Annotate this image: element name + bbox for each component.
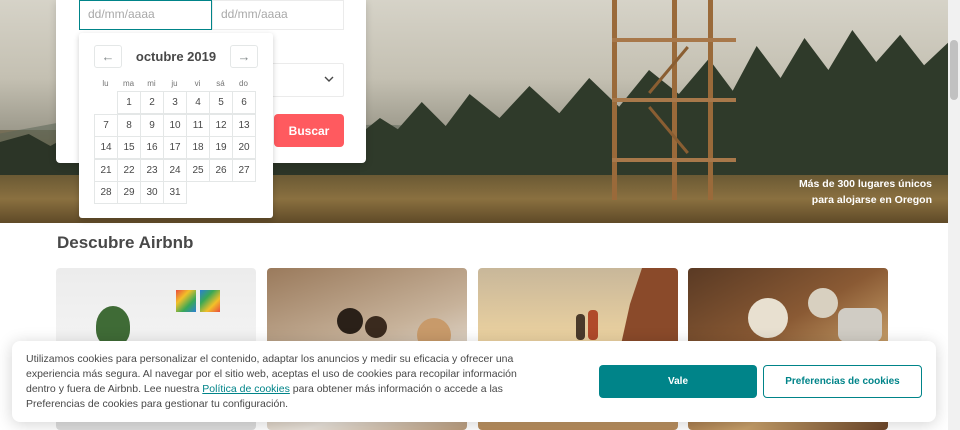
- calendar-day[interactable]: 16: [140, 136, 164, 159]
- discover-title: Descubre Airbnb: [57, 233, 194, 252]
- hero-caption: Más de 300 lugares únicos para alojarse …: [752, 176, 932, 208]
- calendar-day[interactable]: 15: [117, 136, 141, 159]
- calendar-day[interactable]: 8: [117, 113, 141, 137]
- person: [337, 308, 363, 334]
- calendar-day[interactable]: 28: [94, 181, 118, 204]
- cookie-banner-text: Utilizamos cookies para personalizar el …: [26, 352, 546, 412]
- calendar-day[interactable]: 11: [186, 113, 210, 137]
- calendar-day[interactable]: 6: [232, 91, 256, 114]
- calendar-day[interactable]: 27: [232, 158, 256, 182]
- person: [588, 310, 598, 340]
- checkout-date-input[interactable]: dd/mm/aaaa: [212, 0, 344, 30]
- search-button[interactable]: Buscar: [274, 114, 344, 147]
- page-scrollbar[interactable]: [948, 0, 960, 430]
- cookie-banner: Utilizamos cookies para personalizar el …: [12, 341, 936, 422]
- calendar-day[interactable]: 25: [186, 158, 210, 182]
- wall-art: [176, 290, 196, 312]
- calendar-day[interactable]: 24: [163, 158, 187, 182]
- calendar-day[interactable]: 13: [232, 113, 256, 137]
- weekday-label: ju: [171, 79, 178, 88]
- calendar-day[interactable]: 9: [140, 113, 164, 137]
- accept-cookies-button[interactable]: Vale: [599, 365, 757, 398]
- hero-caption-line2: para alojarse en Oregon: [811, 194, 932, 206]
- weekday-label: vi: [194, 79, 201, 88]
- scrollbar-thumb[interactable]: [950, 40, 958, 100]
- calendar-day[interactable]: 22: [117, 158, 141, 182]
- weekday-label: lu: [102, 79, 109, 88]
- person: [365, 316, 387, 338]
- plant: [96, 306, 130, 346]
- calendar-day[interactable]: 23: [140, 158, 164, 182]
- calendar-day[interactable]: 1: [117, 91, 141, 114]
- hero-lookout-tower: [612, 0, 736, 200]
- calendar-day[interactable]: 17: [163, 136, 187, 159]
- plate: [808, 288, 838, 318]
- calendar-day[interactable]: 19: [209, 136, 233, 159]
- calendar-day[interactable]: 5: [209, 91, 233, 114]
- calendar-day[interactable]: 31: [163, 181, 187, 204]
- calendar-day[interactable]: 4: [186, 91, 210, 114]
- weekday-label: mi: [147, 79, 156, 88]
- cookie-policy-link[interactable]: Política de cookies: [202, 383, 290, 395]
- napkin: [838, 308, 882, 342]
- calendar-day[interactable]: 12: [209, 113, 233, 137]
- cookie-preferences-button[interactable]: Preferencias de cookies: [763, 365, 922, 398]
- calendar-day[interactable]: 3: [163, 91, 187, 114]
- plate: [748, 298, 788, 338]
- person: [576, 314, 585, 340]
- weekday-label: ma: [122, 79, 135, 88]
- calendar-day[interactable]: 30: [140, 181, 164, 204]
- calendar-day[interactable]: 14: [94, 136, 118, 159]
- calendar-day[interactable]: 26: [209, 158, 233, 182]
- hero-caption-line1: Más de 300 lugares únicos: [798, 178, 932, 190]
- calendar-day[interactable]: 7: [94, 113, 118, 137]
- weekday-label: sá: [216, 79, 225, 88]
- calendar-day[interactable]: 18: [186, 136, 210, 159]
- checkin-date-input[interactable]: dd/mm/aaaa: [79, 0, 212, 30]
- calendar-day[interactable]: 29: [117, 181, 141, 204]
- date-picker-calendar: ← octubre 2019 → lu ma mi ju vi sá do 1 2 3 4 5 6 7 8 9…: [79, 33, 273, 218]
- calendar-day[interactable]: 20: [232, 136, 256, 159]
- calendar-day[interactable]: 2: [140, 91, 164, 114]
- wall-art: [200, 290, 220, 312]
- calendar-day[interactable]: 21: [94, 158, 118, 182]
- weekday-label: do: [239, 79, 248, 88]
- arrow-right-icon: →: [237, 49, 251, 64]
- calendar-day[interactable]: 10: [163, 113, 187, 137]
- next-month-button[interactable]: →: [230, 45, 258, 68]
- chevron-down-icon: [323, 73, 335, 88]
